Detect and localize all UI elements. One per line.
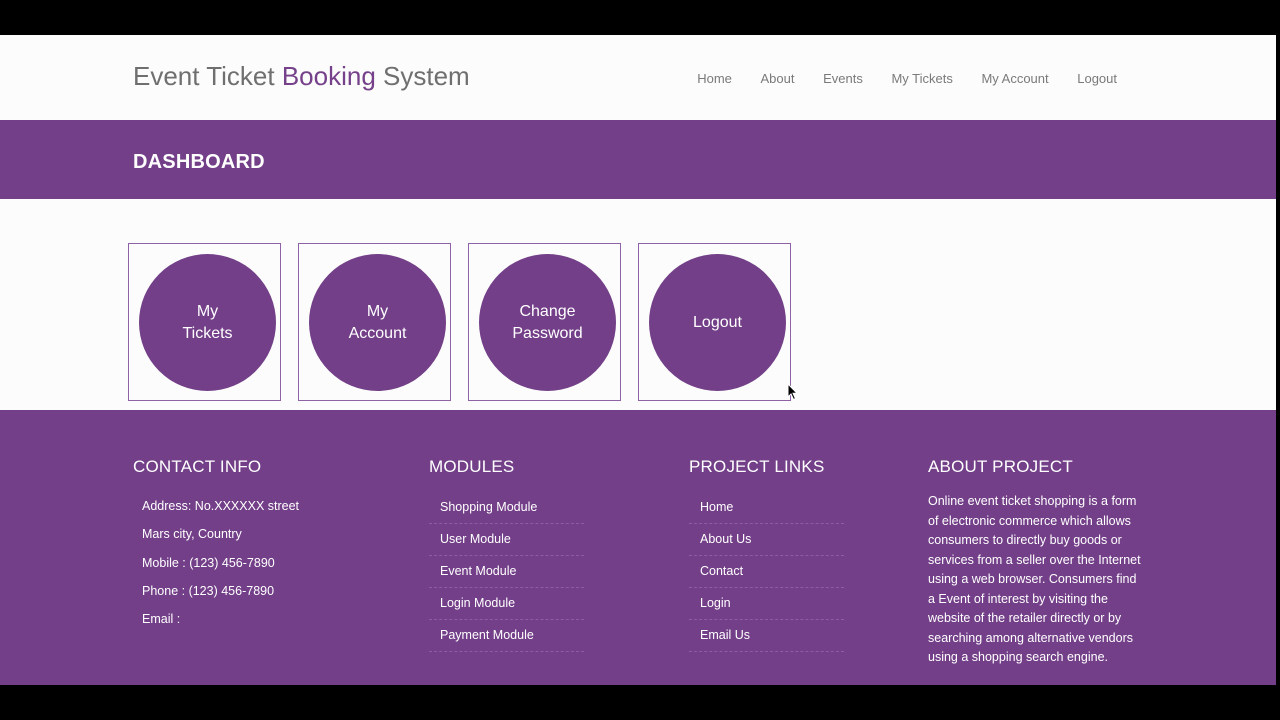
my-tickets-button[interactable]: My Tickets bbox=[139, 254, 276, 391]
nav-events[interactable]: Events bbox=[823, 71, 863, 87]
tile-label-line2: Tickets bbox=[182, 324, 233, 342]
site-footer: CONTACT INFO Address: No.XXXXXX street M… bbox=[0, 410, 1276, 685]
module-link-user[interactable]: User Module bbox=[429, 524, 584, 556]
about-project-heading: ABOUT PROJECT bbox=[928, 457, 1073, 476]
modules-section: MODULES Shopping Module User Module Even… bbox=[429, 456, 584, 652]
module-link-payment[interactable]: Payment Module bbox=[429, 620, 584, 652]
tile-label-line1: My bbox=[366, 302, 389, 320]
modules-list: Shopping Module User Module Event Module… bbox=[429, 492, 584, 652]
about-project-text: Online event ticket shopping is a form o… bbox=[928, 494, 1141, 664]
tile-label-line1: Change bbox=[519, 302, 576, 320]
nav-about[interactable]: About bbox=[761, 71, 795, 87]
contact-phone: Phone : (123) 456-7890 bbox=[142, 583, 275, 598]
tile-label-line1: Logout bbox=[693, 313, 742, 331]
contact-email: Email : bbox=[142, 612, 181, 627]
logout-button[interactable]: Logout bbox=[649, 254, 786, 391]
nav-home[interactable]: Home bbox=[697, 71, 732, 87]
my-account-tile[interactable]: My Account bbox=[298, 243, 451, 401]
modules-heading: MODULES bbox=[429, 457, 515, 476]
tile-label-line1: My bbox=[196, 302, 219, 320]
site-title-part3: System bbox=[375, 61, 470, 91]
project-link-contact[interactable]: Contact bbox=[689, 556, 844, 588]
site-header: Event Ticket Booking System Home About E… bbox=[0, 35, 1276, 120]
tile-label-line2: Password bbox=[512, 324, 583, 342]
module-link-event[interactable]: Event Module bbox=[429, 556, 584, 588]
my-account-button[interactable]: My Account bbox=[309, 254, 446, 391]
site-title-part2: Booking bbox=[281, 61, 376, 91]
change-password-button[interactable]: Change Password bbox=[479, 254, 616, 391]
contact-city: Mars city, Country bbox=[142, 527, 242, 542]
change-password-tile[interactable]: Change Password bbox=[468, 243, 621, 401]
nav-logout[interactable]: Logout bbox=[1077, 71, 1117, 87]
contact-info-heading: CONTACT INFO bbox=[133, 457, 262, 476]
module-link-login[interactable]: Login Module bbox=[429, 588, 584, 620]
project-link-email-us[interactable]: Email Us bbox=[689, 620, 844, 652]
project-link-about-us[interactable]: About Us bbox=[689, 524, 844, 556]
page-banner: DASHBOARD bbox=[0, 120, 1276, 199]
project-link-home[interactable]: Home bbox=[689, 492, 844, 524]
main-nav: Home About Events My Tickets My Account … bbox=[697, 71, 1117, 87]
about-project-section: ABOUT PROJECT Online event ticket shoppi… bbox=[928, 456, 1144, 668]
contact-address: Address: No.XXXXXX street bbox=[142, 499, 300, 513]
project-links-section: PROJECT LINKS Home About Us Contact Logi… bbox=[689, 456, 844, 652]
nav-my-account[interactable]: My Account bbox=[981, 71, 1048, 87]
logout-tile[interactable]: Logout bbox=[638, 243, 791, 401]
contact-mobile: Mobile : (123) 456-7890 bbox=[142, 555, 275, 570]
project-link-login[interactable]: Login bbox=[689, 588, 844, 620]
site-title[interactable]: Event Ticket Booking System bbox=[133, 59, 470, 93]
project-links-list: Home About Us Contact Login Email Us bbox=[689, 492, 844, 652]
page-title: DASHBOARD bbox=[133, 151, 265, 173]
project-links-heading: PROJECT LINKS bbox=[689, 457, 825, 476]
site-title-part1: Event Ticket bbox=[133, 61, 282, 91]
tile-label-line2: Account bbox=[348, 324, 407, 342]
nav-my-tickets[interactable]: My Tickets bbox=[891, 71, 952, 87]
contact-info-section: CONTACT INFO Address: No.XXXXXX street M… bbox=[133, 456, 299, 633]
page: Event Ticket Booking System Home About E… bbox=[0, 35, 1276, 685]
mouse-cursor-icon bbox=[787, 383, 799, 401]
my-tickets-tile[interactable]: My Tickets bbox=[128, 243, 281, 401]
module-link-shopping[interactable]: Shopping Module bbox=[429, 492, 584, 524]
